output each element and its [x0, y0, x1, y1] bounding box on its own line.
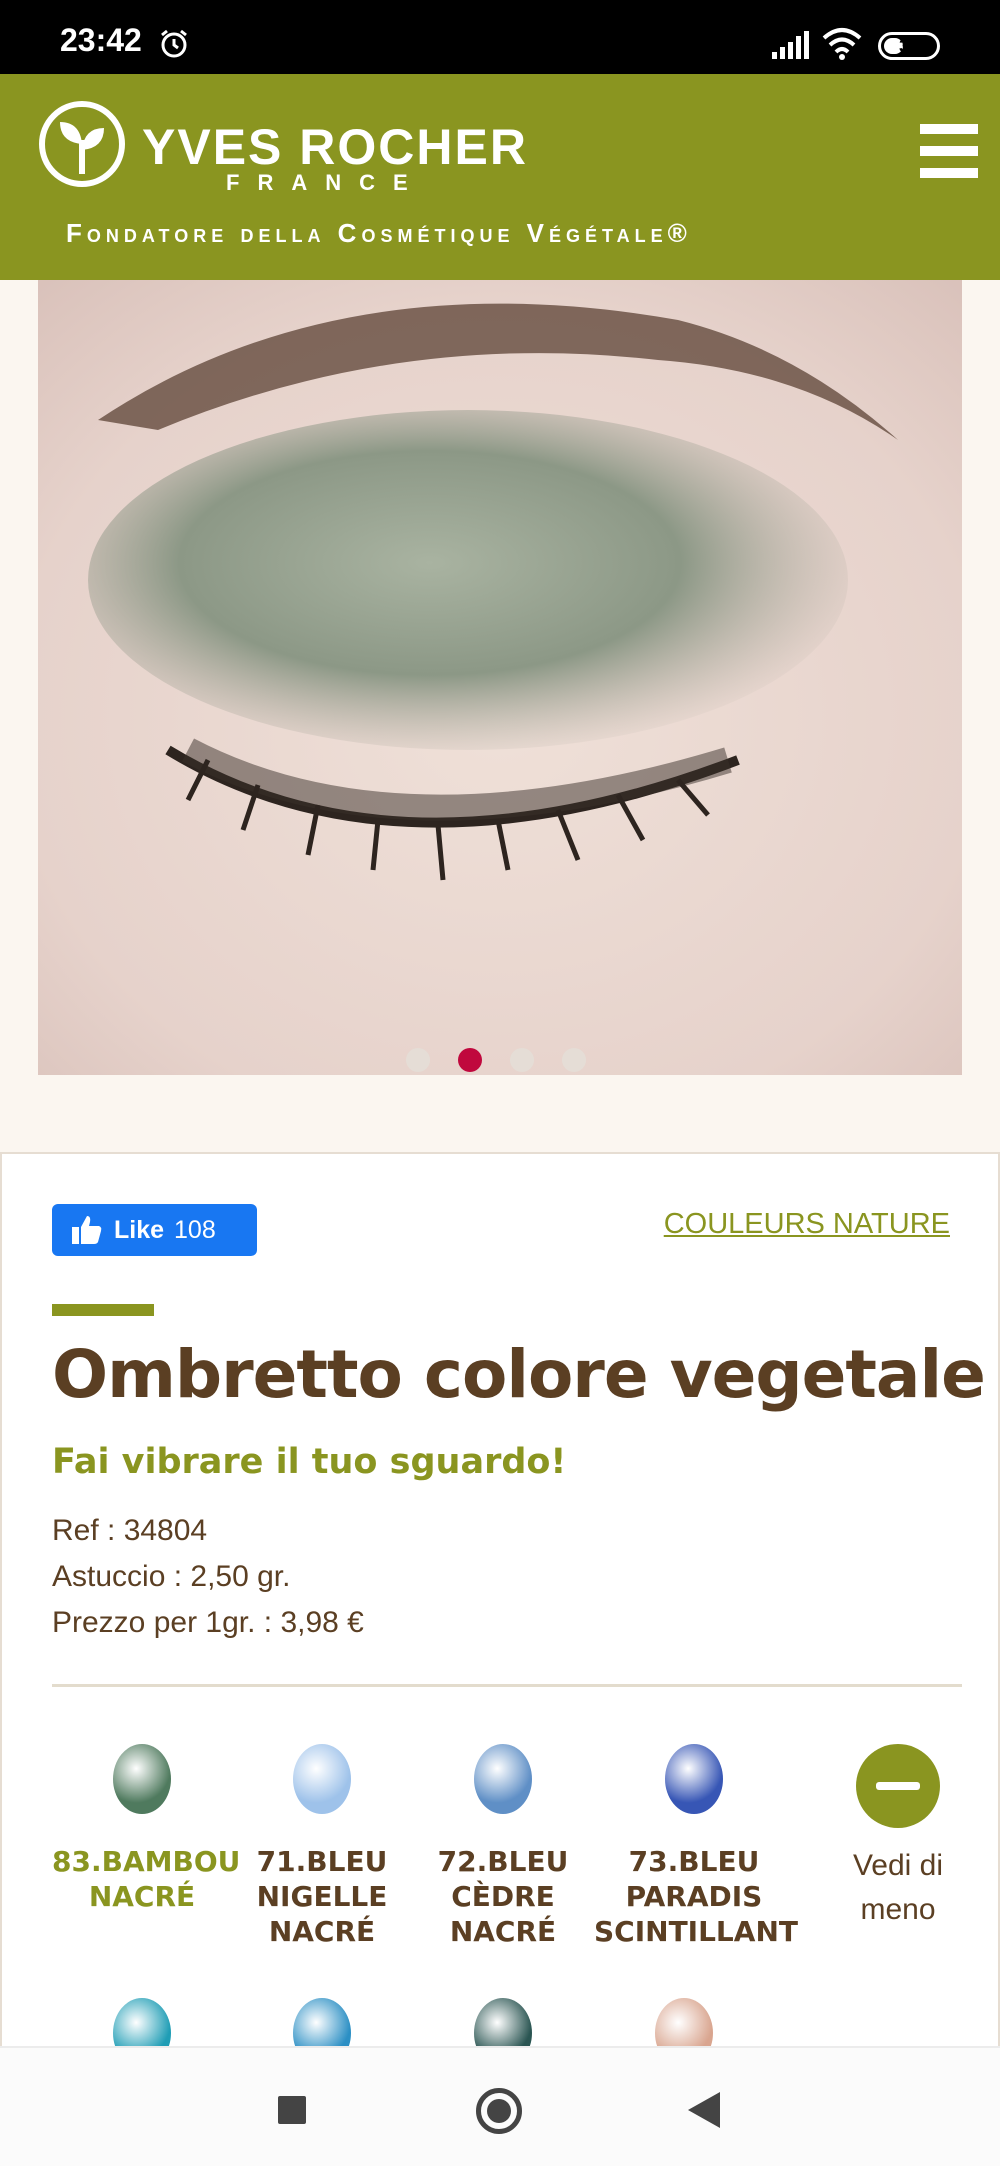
- collection-link[interactable]: COULEURS NATURE: [664, 1208, 950, 1241]
- shade-swatch-71-bleu-nigelle[interactable]: 71.BLEU NIGELLE NACRÉ: [232, 1744, 412, 1949]
- site-header: YVES ROCHER FRANCE Fondatore della Cosmé…: [0, 74, 1000, 280]
- product-package: Astuccio : 2,50 gr.: [52, 1560, 291, 1593]
- battery-icon: 37: [878, 32, 940, 60]
- carousel-dot[interactable]: [510, 1048, 534, 1072]
- recent-apps-icon[interactable]: [278, 2096, 306, 2124]
- status-time: 23:42: [60, 22, 142, 58]
- battery-percent: 37: [898, 36, 920, 56]
- product-ref: Ref : 34804: [52, 1514, 208, 1547]
- hamburger-menu-icon[interactable]: [920, 124, 978, 178]
- eye-makeup-photo: [38, 280, 962, 1075]
- product-subtitle: Fai vibrare il tuo sguardo!: [52, 1442, 567, 1482]
- product-image[interactable]: [38, 280, 962, 1075]
- product-unit-price: Prezzo per 1gr. : 3,98 €: [52, 1606, 364, 1639]
- brand-country: FRANCE: [226, 170, 426, 195]
- shade-color-dot: [293, 1744, 351, 1814]
- shade-swatch-72-bleu-cedre[interactable]: 72.BLEU CÈDRE NACRÉ: [413, 1744, 593, 1949]
- like-count: 108: [174, 1215, 216, 1244]
- shade-swatch-83-bambou[interactable]: 83.BAMBOU NACRÉ: [52, 1744, 241, 2102]
- brand-tagline: Fondatore della Cosmétique Végétale®: [66, 218, 692, 248]
- home-icon[interactable]: [476, 2088, 522, 2134]
- facebook-like-button[interactable]: Like 108: [52, 1204, 257, 1256]
- carousel-dot[interactable]: [406, 1048, 430, 1072]
- alarm-icon: [161, 29, 187, 58]
- like-label: Like: [114, 1215, 165, 1244]
- status-bar: 23:42 37: [0, 0, 1000, 74]
- title-accent-bar: [52, 1304, 154, 1316]
- brand-name: YVES ROCHER: [142, 119, 528, 175]
- divider: [52, 1684, 962, 1687]
- carousel-dots: [0, 1046, 1000, 1076]
- product-card: Like 108 COULEURS NATURE Ombretto colore…: [0, 1152, 1000, 2102]
- thumbs-up-icon: [72, 1216, 102, 1244]
- wifi-icon: [822, 28, 862, 60]
- system-navigation-bar: [0, 2046, 1000, 2166]
- shade-label: 73.BLEU PARADIS SCINTILLANT: [594, 1845, 798, 1948]
- back-icon[interactable]: [688, 2092, 720, 2128]
- yves-rocher-logo-icon[interactable]: [38, 100, 126, 188]
- carousel-dot[interactable]: [562, 1048, 586, 1072]
- shade-color-dot: [474, 1744, 532, 1814]
- shade-label: 83.BAMBOU NACRÉ: [52, 1845, 241, 1913]
- product-title: Ombretto colore vegetale: [52, 1336, 986, 1413]
- show-less-label[interactable]: Vedi di meno: [832, 1844, 964, 1932]
- shade-swatch-73-bleu-paradis[interactable]: 73.BLEU PARADIS SCINTILLANT: [594, 1744, 798, 1949]
- shade-label: 71.BLEU NIGELLE NACRÉ: [256, 1845, 388, 1948]
- show-less-button[interactable]: [856, 1744, 940, 1828]
- signal-icon: [772, 31, 809, 59]
- carousel-dot-active[interactable]: [458, 1048, 482, 1072]
- shade-label: 72.BLEU CÈDRE NACRÉ: [437, 1845, 569, 1948]
- minus-icon: [876, 1782, 920, 1790]
- shade-color-dot: [113, 1744, 171, 1814]
- shade-color-dot: [665, 1744, 723, 1814]
